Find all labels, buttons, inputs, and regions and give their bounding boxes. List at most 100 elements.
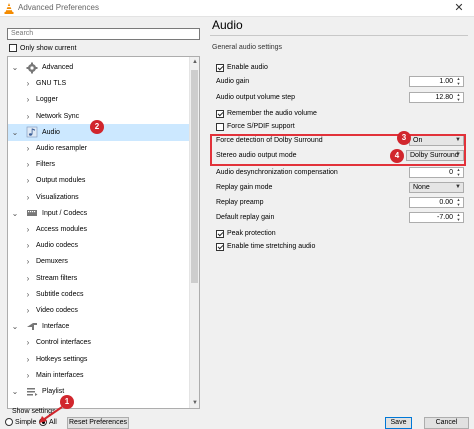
chevron-right-icon[interactable]: ›	[24, 338, 32, 347]
enable-audio-label: Enable audio	[227, 64, 268, 71]
force-spdif-box[interactable]	[216, 122, 224, 131]
tree-item-label: Network Sync	[36, 112, 80, 120]
chevron-right-icon[interactable]: ›	[24, 241, 32, 250]
tree-item-label: Filters	[36, 161, 56, 169]
tree-item-label: Audio codecs	[36, 242, 79, 250]
chevron-right-icon[interactable]: ›	[24, 160, 32, 169]
only-show-current-label: Only show current	[20, 44, 77, 52]
panel-title: Audio	[212, 18, 243, 32]
chevron-down-icon[interactable]: ⌄	[11, 209, 19, 218]
tree-item-visualizations[interactable]: › Visualizations	[8, 189, 190, 206]
audio-note-icon	[26, 126, 38, 138]
tree-item-interface[interactable]: ⌄ Interface	[8, 318, 190, 335]
annotation-badge: 4	[390, 149, 404, 163]
tree-item-audio-resampler[interactable]: › Audio resampler	[8, 140, 190, 157]
default-replay-gain-spinbox[interactable]: -7.00 ▲ ▼	[409, 212, 464, 223]
time-stretching-checkbox[interactable]: Enable time stretching audio	[216, 241, 315, 252]
chevron-right-icon[interactable]: ›	[24, 95, 32, 104]
chevron-down-icon[interactable]: ⌄	[11, 387, 19, 396]
desync-spinbox[interactable]: 0 ▲ ▼	[409, 167, 464, 178]
tree-item-label: Subtitle codecs	[36, 290, 84, 298]
time-stretching-label: Enable time stretching audio	[227, 243, 316, 250]
chevron-right-icon[interactable]: ›	[24, 290, 32, 299]
remember-volume-checkbox[interactable]: Remember the audio volume	[216, 108, 317, 119]
enable-audio-box[interactable]	[216, 63, 224, 72]
annotation-arrow	[39, 406, 63, 423]
tree-scrollbar[interactable]: ▲ ▼	[189, 57, 199, 408]
search-input[interactable]: Search	[7, 28, 200, 40]
spin-arrows-icon[interactable]: ▲ ▼	[455, 92, 462, 102]
tree-item-audio-codecs[interactable]: › Audio codecs	[8, 237, 190, 254]
chevron-right-icon[interactable]: ›	[24, 112, 32, 121]
volume-step-spinbox[interactable]: 12.80 ▲ ▼	[409, 92, 464, 103]
close-icon[interactable]: ✕	[444, 0, 474, 17]
spin-arrows-icon[interactable]: ▲ ▼	[455, 197, 462, 207]
tree-item-gnu-tls[interactable]: › GNU TLS	[8, 75, 190, 92]
chevron-right-icon[interactable]: ›	[24, 225, 32, 234]
preferences-tree[interactable]: ⌄ Advanced › GNU TLS › Logger › Network Sync ⌄ Au…	[7, 56, 200, 409]
vlc-cone-icon	[4, 3, 14, 14]
tree-item-access-modules[interactable]: › Access modules	[8, 221, 190, 238]
window-title: Advanced Preferences	[18, 3, 99, 12]
chevron-down-icon[interactable]: ⌄	[11, 128, 19, 137]
volume-step-label: Audio output volume step	[216, 94, 295, 101]
scroll-thumb[interactable]	[191, 70, 198, 283]
chevron-right-icon[interactable]: ›	[24, 176, 32, 185]
radio-simple[interactable]: Simple	[5, 418, 36, 426]
tree-item-output-modules[interactable]: › Output modules	[8, 172, 190, 189]
title-bar: Advanced Preferences ✕	[0, 0, 474, 17]
tree-item-hotkeys-settings[interactable]: › Hotkeys settings	[8, 351, 190, 368]
spin-arrows-icon[interactable]: ▲ ▼	[455, 167, 462, 177]
chevron-right-icon[interactable]: ›	[24, 257, 32, 266]
remember-volume-box[interactable]	[216, 109, 224, 118]
chevron-right-icon[interactable]: ›	[24, 306, 32, 315]
tree-item-input-codecs[interactable]: ⌄ Input / Codecs	[8, 205, 190, 222]
chevron-right-icon[interactable]: ›	[24, 193, 32, 202]
force-spdif-checkbox[interactable]: Force S/PDIF support	[216, 121, 295, 132]
chevron-down-icon[interactable]: ⌄	[11, 63, 19, 72]
replay-preamp-spinbox[interactable]: 0.00 ▲ ▼	[409, 197, 464, 208]
radio-simple-label: Simple	[15, 418, 37, 426]
tree-item-demuxers[interactable]: › Demuxers	[8, 253, 190, 270]
tree-item-subtitle-codecs[interactable]: › Subtitle codecs	[8, 286, 190, 303]
cancel-button[interactable]: Cancel	[424, 417, 469, 429]
annotation-badge: 3	[397, 131, 411, 145]
chevron-right-icon[interactable]: ›	[24, 274, 32, 283]
spin-arrows-icon[interactable]: ▲ ▼	[455, 212, 462, 222]
audio-gain-spinbox[interactable]: 1.00 ▲ ▼	[409, 76, 464, 87]
playlist-icon	[26, 386, 38, 398]
gear-icon	[26, 62, 38, 74]
tree-item-playlist[interactable]: ⌄ Playlist	[8, 383, 190, 400]
highlight-box	[210, 134, 466, 166]
chevron-down-icon[interactable]: ⌄	[11, 322, 19, 331]
tree-item-logger[interactable]: › Logger	[8, 91, 190, 108]
reset-preferences-button[interactable]: Reset Preferences	[67, 417, 129, 429]
only-show-current-checkbox[interactable]: Only show current	[9, 43, 76, 53]
replay-gain-mode-combo[interactable]: None ▼	[409, 182, 464, 193]
tree-item-stream-filters[interactable]: › Stream filters	[8, 270, 190, 287]
tree-item-filters[interactable]: › Filters	[8, 156, 190, 173]
only-show-current-box[interactable]	[9, 44, 17, 52]
tree-item-label: Audio	[42, 128, 60, 136]
enable-audio-checkbox[interactable]: Enable audio	[216, 62, 268, 73]
chevron-down-icon[interactable]: ▼	[455, 184, 461, 190]
chevron-right-icon[interactable]: ›	[24, 371, 32, 380]
tree-item-advanced[interactable]: ⌄ Advanced	[8, 59, 190, 76]
scroll-down-icon[interactable]: ▼	[190, 398, 199, 408]
peak-protection-box[interactable]	[216, 229, 224, 238]
time-stretching-box[interactable]	[216, 242, 224, 251]
tree-item-video-codecs[interactable]: › Video codecs	[8, 302, 190, 319]
annotation-badge: 2	[90, 120, 104, 134]
save-button[interactable]: Save	[385, 417, 412, 429]
chevron-right-icon[interactable]: ›	[24, 355, 32, 364]
scroll-up-icon[interactable]: ▲	[190, 57, 199, 67]
chevron-right-icon[interactable]: ›	[24, 144, 32, 153]
spin-arrows-icon[interactable]: ▲ ▼	[455, 76, 462, 86]
tree-item-label: Stream filters	[36, 274, 78, 282]
peak-protection-checkbox[interactable]: Peak protection	[216, 228, 276, 239]
tree-item-control-interfaces[interactable]: › Control interfaces	[8, 334, 190, 351]
chevron-right-icon[interactable]: ›	[24, 79, 32, 88]
radio-simple-button[interactable]	[5, 418, 13, 426]
tree-item-main-interfaces[interactable]: › Main interfaces	[8, 367, 190, 384]
tree-item-label: Input / Codecs	[42, 209, 88, 217]
